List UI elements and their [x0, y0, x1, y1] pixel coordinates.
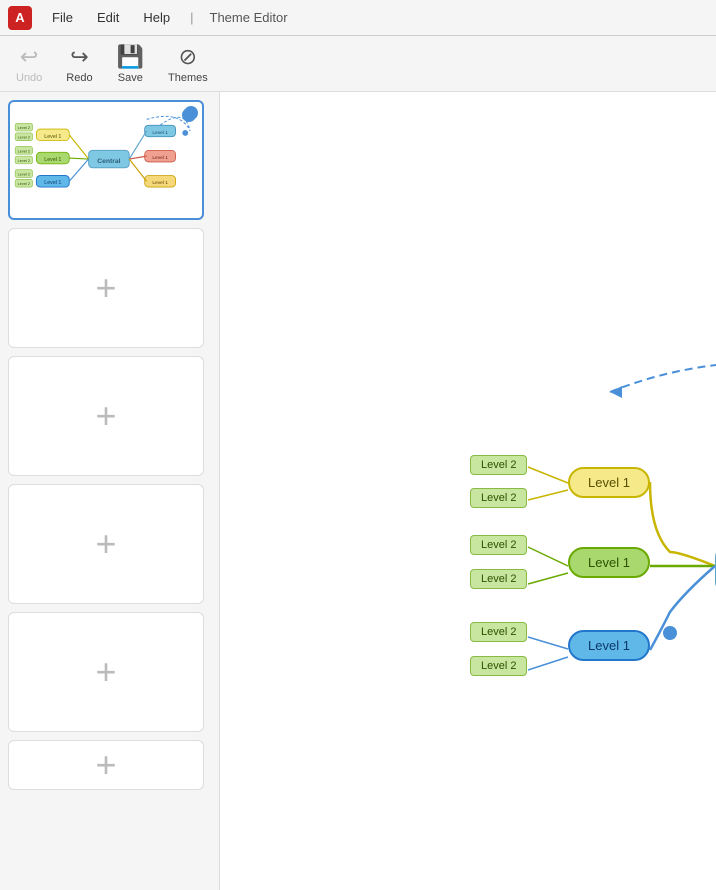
- redo-button[interactable]: ↪ Redo: [66, 44, 92, 84]
- undo-icon: ↩: [20, 44, 38, 70]
- level1-node-yellow: Level 1: [568, 467, 650, 498]
- selection-marker: [663, 626, 677, 640]
- svg-text:Level 2: Level 2: [18, 126, 30, 130]
- menu-separator: |: [190, 10, 193, 25]
- add-theme-card-1[interactable]: +: [8, 228, 204, 348]
- menu-title: Theme Editor: [210, 10, 288, 25]
- toolbar: ↩ Undo ↪ Redo 💾 Save ⊘ Themes: [0, 36, 716, 92]
- theme-card-active[interactable]: Central Level 1 Level 1 Level 1 Level 2 …: [8, 100, 204, 220]
- add-theme-card-3[interactable]: +: [8, 484, 204, 604]
- svg-text:Level 1: Level 1: [152, 130, 168, 136]
- svg-text:Central: Central: [97, 158, 120, 165]
- save-icon: 💾: [117, 44, 144, 70]
- themes-label: Themes: [168, 72, 208, 84]
- add-icon-2: +: [95, 395, 116, 437]
- svg-text:Level 2: Level 2: [18, 149, 30, 153]
- level2-node-y1: Level 2: [470, 455, 527, 475]
- active-marker: [182, 108, 196, 122]
- themes-button[interactable]: ⊘ Themes: [168, 44, 208, 84]
- svg-text:Level 2: Level 2: [18, 182, 30, 186]
- add-icon-3: +: [95, 523, 116, 565]
- svg-text:Level 1: Level 1: [152, 180, 168, 186]
- add-icon-5: +: [95, 744, 116, 786]
- svg-text:Level 1: Level 1: [44, 157, 61, 163]
- app-icon: A: [8, 6, 32, 30]
- svg-text:Level 1: Level 1: [44, 180, 61, 186]
- sidebar: Central Level 1 Level 1 Level 1 Level 2 …: [0, 92, 220, 890]
- svg-text:Level 1: Level 1: [152, 155, 168, 161]
- main-layout: Central Level 1 Level 1 Level 1 Level 2 …: [0, 92, 716, 890]
- menu-bar: A File Edit Help | Theme Editor: [0, 0, 716, 36]
- redo-label: Redo: [66, 72, 92, 84]
- redo-icon: ↪: [70, 44, 88, 70]
- add-theme-card-5[interactable]: +: [8, 740, 204, 790]
- menu-file[interactable]: File: [48, 8, 77, 27]
- add-theme-card-2[interactable]: +: [8, 356, 204, 476]
- undo-label: Undo: [16, 72, 42, 84]
- level2-node-g2: Level 2: [470, 569, 527, 589]
- canvas-area[interactable]: Central Level 1 Level 1 Level 1 Level 2 …: [220, 92, 716, 890]
- svg-text:Level 2: Level 2: [18, 136, 30, 140]
- level1-node-blue: Level 1: [568, 630, 650, 661]
- level1-node-green: Level 1: [568, 547, 650, 578]
- theme-thumbnail: Central Level 1 Level 1 Level 1 Level 2 …: [10, 102, 202, 218]
- add-theme-card-4[interactable]: +: [8, 612, 204, 732]
- menu-edit[interactable]: Edit: [93, 8, 123, 27]
- add-icon-4: +: [95, 651, 116, 693]
- add-icon-1: +: [95, 267, 116, 309]
- level2-node-g1: Level 2: [470, 535, 527, 555]
- level2-node-y2: Level 2: [470, 488, 527, 508]
- level2-node-b1: Level 2: [470, 622, 527, 642]
- save-button[interactable]: 💾 Save: [117, 44, 144, 84]
- level2-node-b2: Level 2: [470, 656, 527, 676]
- themes-icon: ⊘: [179, 44, 197, 70]
- svg-text:Level 1: Level 1: [44, 134, 61, 140]
- menu-help[interactable]: Help: [139, 8, 174, 27]
- undo-button[interactable]: ↩ Undo: [16, 44, 42, 84]
- save-label: Save: [118, 72, 143, 84]
- svg-text:Level 2: Level 2: [18, 172, 30, 176]
- svg-text:Level 2: Level 2: [18, 159, 30, 163]
